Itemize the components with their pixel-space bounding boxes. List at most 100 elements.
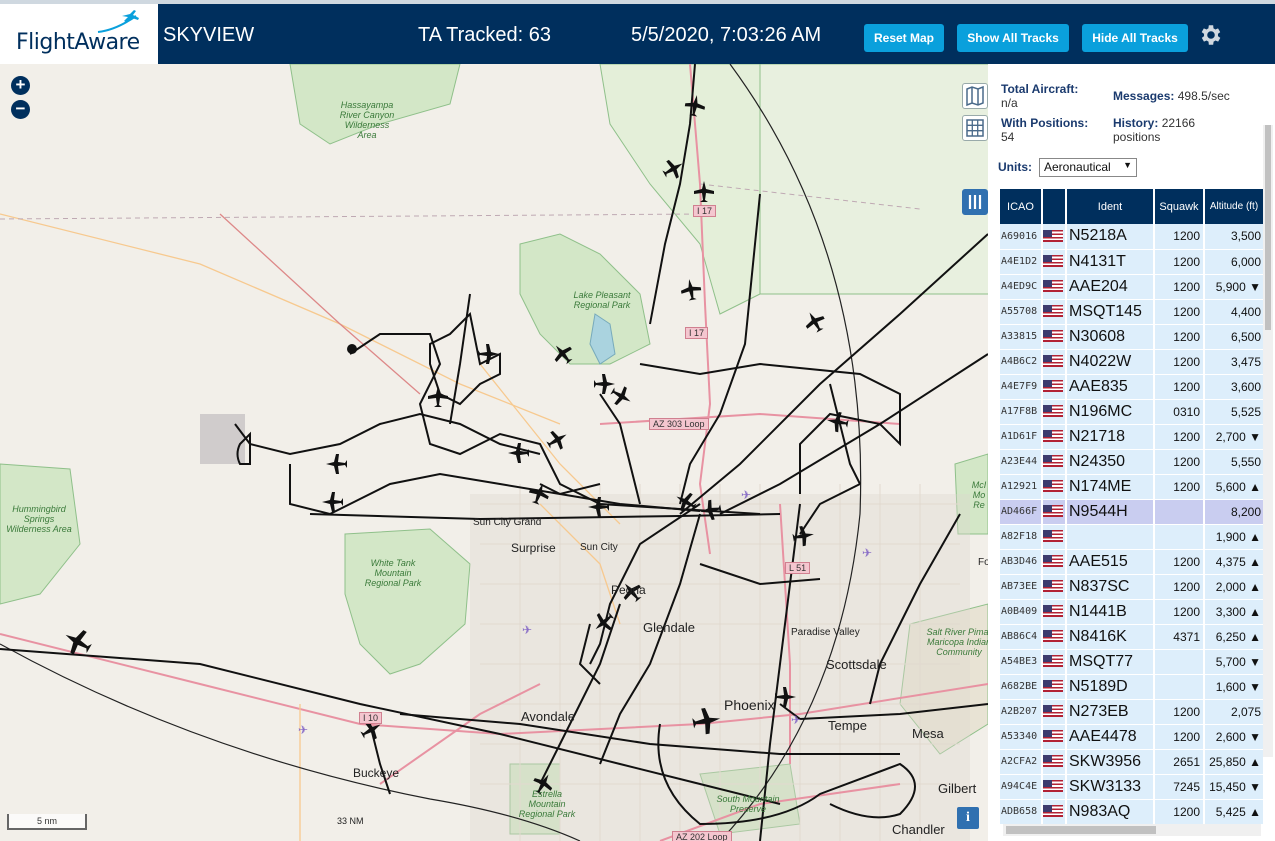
columns-icon[interactable] [962, 189, 988, 215]
hide-all-tracks-button[interactable]: Hide All Tracks [1082, 24, 1188, 52]
place-fo: Fo [978, 557, 988, 568]
place-sun-city: Sun City [580, 542, 618, 553]
table-row[interactable]: A682BE N5189D 1,600 ▼ [1000, 674, 1265, 700]
flightaware-logo[interactable]: FlightAware [0, 4, 158, 64]
grid-icon[interactable] [962, 115, 988, 141]
cell-altitude: 5,550 [1204, 449, 1265, 475]
reset-map-button[interactable]: Reset Map [864, 24, 944, 52]
cell-altitude: 6,500 [1204, 324, 1265, 350]
table-row[interactable]: A4E1D2 N4131T 1200 6,000 [1000, 249, 1265, 275]
cell-icao: A33815 [1000, 324, 1043, 350]
zoom-out-icon[interactable]: − [11, 100, 30, 119]
col-icao[interactable]: ICAO [1000, 189, 1043, 224]
cell-icao: AB86C4 [1000, 624, 1043, 650]
cell-icao: A17F8B [1000, 399, 1043, 425]
cell-squawk: 1200 [1154, 349, 1205, 375]
cell-icao: A4E1D2 [1000, 249, 1043, 275]
sidebar-panel: Total Aircraft: n/a Messages: 498.5/sec … [988, 64, 1275, 841]
cell-altitude: 2,600 ▼ [1204, 724, 1265, 750]
units-select[interactable]: Aeronautical ▼ [1039, 158, 1137, 177]
cell-squawk: 0310 [1154, 399, 1205, 425]
col-squawk[interactable]: Squawk [1154, 189, 1205, 224]
table-row[interactable]: A55708 MSQT145 1200 4,400 [1000, 299, 1265, 325]
gear-icon[interactable] [1198, 22, 1224, 48]
col-ident[interactable]: Ident [1066, 189, 1155, 224]
table-row[interactable]: A53340 AAE4478 1200 2,600 ▼ [1000, 724, 1265, 750]
place-glendale: Glendale [643, 620, 696, 635]
vertical-scroll-thumb[interactable] [1265, 125, 1271, 330]
cell-icao: A55708 [1000, 299, 1043, 325]
table-row[interactable]: A94C4E SKW3133 7245 15,450 ▼ [1000, 774, 1265, 800]
us-flag-icon [1043, 705, 1063, 718]
info-icon[interactable]: i [957, 807, 979, 829]
cell-altitude: 25,850 ▲ [1204, 749, 1265, 775]
us-flag-icon [1043, 780, 1063, 793]
cell-icao: A1D61F [1000, 424, 1043, 450]
table-row[interactable]: A4B6C2 N4022W 1200 3,475 [1000, 349, 1265, 375]
cell-squawk: 1200 [1154, 424, 1205, 450]
highway-az202: AZ 202 Loop [672, 831, 732, 841]
cell-altitude: 4,375 ▲ [1204, 549, 1265, 575]
table-row[interactable]: A82F18 1,900 ▲ [1000, 524, 1265, 550]
table-row[interactable]: AB73EE N837SC 1200 2,000 ▲ [1000, 574, 1265, 600]
table-row[interactable]: A33815 N30608 1200 6,500 [1000, 324, 1265, 350]
cell-flag [1042, 649, 1067, 675]
total-aircraft-label: Total Aircraft: [1001, 82, 1079, 96]
place-tempe: Tempe [828, 718, 868, 733]
map-layers-icon[interactable] [962, 83, 988, 109]
col-altitude[interactable]: Altitude (ft) [1204, 189, 1265, 224]
table-row[interactable]: A17F8B N196MC 0310 5,525 [1000, 399, 1265, 425]
clock: 5/5/2020, 7:03:26 AM [631, 24, 822, 46]
show-all-tracks-button[interactable]: Show All Tracks [957, 24, 1069, 52]
highway-i10: I 10 [359, 712, 383, 724]
cell-altitude: 2,075 [1204, 699, 1265, 725]
cell-flag [1042, 699, 1067, 725]
table-row[interactable]: AD466F N9544H 8,200 [1000, 499, 1265, 525]
cell-squawk: 1200 [1154, 324, 1205, 350]
highway-i17: I 17 [685, 327, 709, 339]
cell-squawk: 1200 [1154, 699, 1205, 725]
units-selected-value: Aeronautical [1044, 160, 1111, 174]
map-canvas[interactable]: ✈ ✈ ✈ ✈ ✈ Hassayampa River Canyon Wildernes… [0, 64, 988, 841]
table-row[interactable]: A4ED9C AAE204 1200 5,900 ▼ [1000, 274, 1265, 300]
tracked-count: TA Tracked: 63 [418, 24, 552, 46]
cell-flag [1042, 424, 1067, 450]
us-flag-icon [1043, 480, 1063, 493]
cell-altitude: 2,000 ▲ [1204, 574, 1265, 600]
cell-ident: N837SC [1066, 574, 1155, 600]
table-row[interactable]: A2CFA2 SKW3956 2651 25,850 ▲ [1000, 749, 1265, 775]
cell-flag [1042, 674, 1067, 700]
table-row[interactable]: AB3D46 AAE515 1200 4,375 ▲ [1000, 549, 1265, 575]
table-row[interactable]: A1D61F N21718 1200 2,700 ▼ [1000, 424, 1265, 450]
col-flag[interactable] [1042, 189, 1067, 224]
cell-icao: AD466F [1000, 499, 1043, 525]
table-row[interactable]: A2B207 N273EB 1200 2,075 [1000, 699, 1265, 725]
cell-flag [1042, 249, 1067, 275]
table-row[interactable]: AB86C4 N8416K 4371 6,250 ▲ [1000, 624, 1265, 650]
horizontal-scroll-thumb[interactable] [1006, 826, 1156, 834]
cell-squawk: 1200 [1154, 599, 1205, 625]
cell-flag [1042, 324, 1067, 350]
table-row[interactable]: ADB658 N983AQ 1200 5,425 ▲ [1000, 799, 1265, 825]
table-row[interactable]: A4E7F9 AAE835 1200 3,600 [1000, 374, 1265, 400]
cell-icao: A0B409 [1000, 599, 1043, 625]
cell-flag [1042, 299, 1067, 325]
plane-logo-icon [97, 10, 139, 33]
cell-icao: A2CFA2 [1000, 749, 1043, 775]
range-ring-label: 33 NM [337, 816, 364, 826]
us-flag-icon [1043, 530, 1063, 543]
cell-ident: N21718 [1066, 424, 1155, 450]
cell-altitude: 5,600 ▲ [1204, 474, 1265, 500]
us-flag-icon [1043, 555, 1063, 568]
zoom-in-icon[interactable]: + [11, 76, 30, 95]
table-row[interactable]: A0B409 N1441B 1200 3,300 ▲ [1000, 599, 1265, 625]
table-row[interactable]: A69016 N5218A 1200 3,500 [1000, 224, 1265, 250]
table-row[interactable]: A54BE3 MSQT77 5,700 ▼ [1000, 649, 1265, 675]
table-row[interactable]: A23E44 N24350 1200 5,550 [1000, 449, 1265, 475]
place-gilbert: Gilbert [938, 781, 977, 796]
cell-altitude: 4,400 [1204, 299, 1265, 325]
positions-label: With Positions: [1001, 116, 1089, 130]
table-row[interactable]: A12921 N174ME 1200 5,600 ▲ [1000, 474, 1265, 500]
place-chandler: Chandler [892, 822, 945, 837]
cell-icao: AB73EE [1000, 574, 1043, 600]
